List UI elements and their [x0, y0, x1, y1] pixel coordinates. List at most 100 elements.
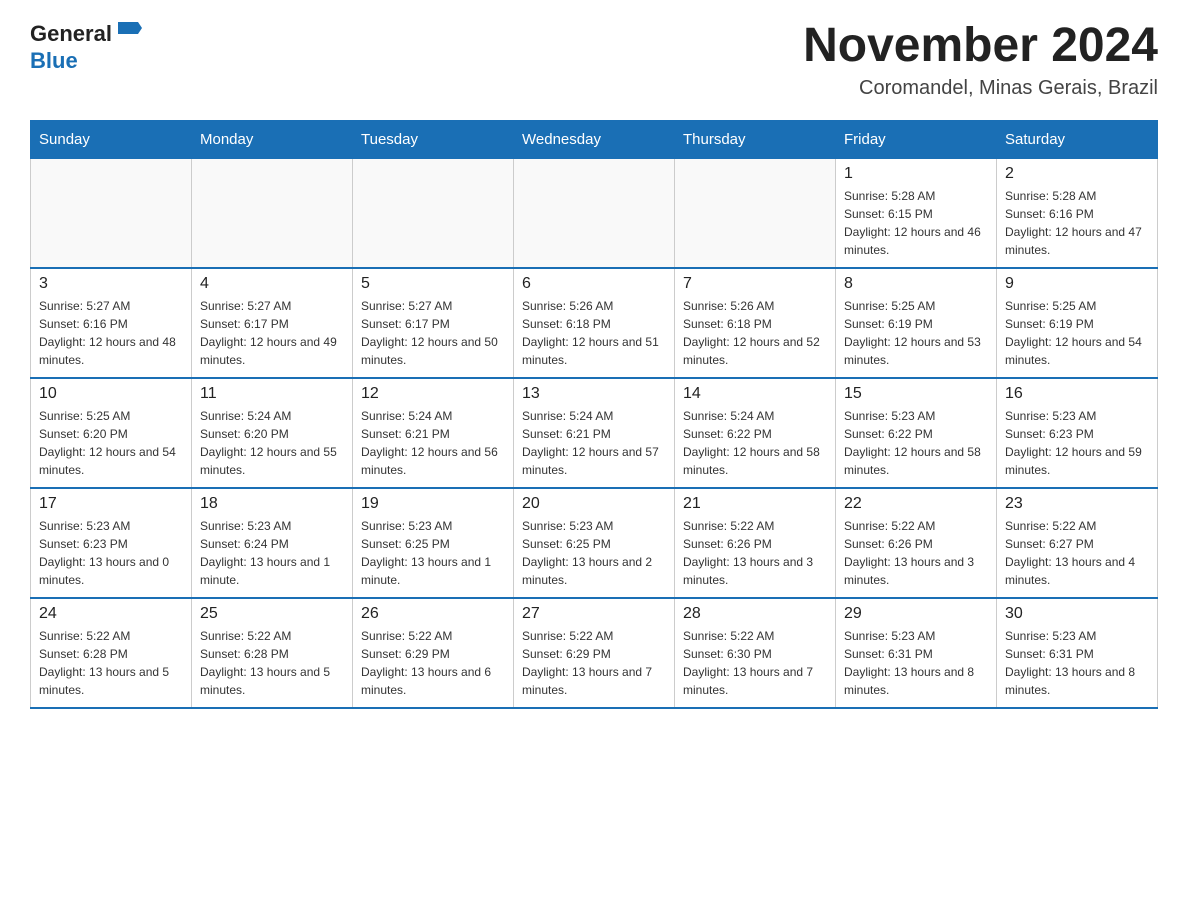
day-cell: 15 Sunrise: 5:23 AM Sunset: 6:22 PM Dayli… [836, 378, 997, 488]
header-row: SundayMondayTuesdayWednesdayThursdayFrid… [31, 120, 1158, 158]
day-info: Sunrise: 5:28 AM Sunset: 6:16 PM Dayligh… [1005, 189, 1142, 257]
header-sunday: Sunday [31, 120, 192, 158]
day-number: 14 [683, 385, 827, 403]
week-row-3: 17 Sunrise: 5:23 AM Sunset: 6:23 PM Dayli… [31, 488, 1158, 598]
week-row-2: 10Sunrise: 5:25 AM Sunset: 6:20 PM Dayli… [31, 378, 1158, 488]
day-number: 4 [200, 275, 344, 293]
day-info: Sunrise: 5:22 AM Sunset: 6:28 PM Dayligh… [200, 629, 330, 697]
day-cell: 26Sunrise: 5:22 AM Sunset: 6:29 PM Dayli… [353, 598, 514, 708]
day-cell: 20 Sunrise: 5:23 AM Sunset: 6:25 PM Dayli… [514, 488, 675, 598]
day-number: 26 [361, 605, 505, 623]
day-cell: 22 Sunrise: 5:22 AM Sunset: 6:26 PM Dayli… [836, 488, 997, 598]
day-number: 10 [39, 385, 183, 403]
title-area: November 2024 Coromandel, Minas Gerais, … [803, 20, 1158, 100]
logo: General Blue [30, 20, 146, 74]
header-saturday: Saturday [997, 120, 1158, 158]
day-info: Sunrise: 5:25 AM Sunset: 6:19 PM Dayligh… [1005, 299, 1142, 367]
day-info: Sunrise: 5:22 AM Sunset: 6:26 PM Dayligh… [844, 519, 974, 587]
day-number: 28 [683, 605, 827, 623]
day-cell: 19 Sunrise: 5:23 AM Sunset: 6:25 PM Dayli… [353, 488, 514, 598]
day-number: 13 [522, 385, 666, 403]
day-info: Sunrise: 5:24 AM Sunset: 6:22 PM Dayligh… [683, 409, 820, 477]
logo-flag-icon [114, 16, 146, 48]
day-cell: 30 Sunrise: 5:23 AM Sunset: 6:31 PM Dayli… [997, 598, 1158, 708]
day-number: 16 [1005, 385, 1149, 403]
day-cell: 5Sunrise: 5:27 AM Sunset: 6:17 PM Daylig… [353, 268, 514, 378]
day-cell [353, 158, 514, 268]
day-number: 15 [844, 385, 988, 403]
day-info: Sunrise: 5:23 AM Sunset: 6:23 PM Dayligh… [39, 519, 169, 587]
day-number: 23 [1005, 495, 1149, 513]
day-cell: 7 Sunrise: 5:26 AM Sunset: 6:18 PM Daylig… [675, 268, 836, 378]
day-info: Sunrise: 5:23 AM Sunset: 6:24 PM Dayligh… [200, 519, 330, 587]
day-cell: 14 Sunrise: 5:24 AM Sunset: 6:22 PM Dayli… [675, 378, 836, 488]
day-cell: 9Sunrise: 5:25 AM Sunset: 6:19 PM Daylig… [997, 268, 1158, 378]
day-number: 24 [39, 605, 183, 623]
week-row-4: 24 Sunrise: 5:22 AM Sunset: 6:28 PM Dayli… [31, 598, 1158, 708]
day-cell: 24 Sunrise: 5:22 AM Sunset: 6:28 PM Dayli… [31, 598, 192, 708]
day-cell: 16Sunrise: 5:23 AM Sunset: 6:23 PM Dayli… [997, 378, 1158, 488]
day-cell: 23 Sunrise: 5:22 AM Sunset: 6:27 PM Dayli… [997, 488, 1158, 598]
day-cell: 17 Sunrise: 5:23 AM Sunset: 6:23 PM Dayli… [31, 488, 192, 598]
day-info: Sunrise: 5:24 AM Sunset: 6:21 PM Dayligh… [522, 409, 659, 477]
day-number: 6 [522, 275, 666, 293]
day-info: Sunrise: 5:26 AM Sunset: 6:18 PM Dayligh… [683, 299, 820, 367]
day-cell: 4 Sunrise: 5:27 AM Sunset: 6:17 PM Daylig… [192, 268, 353, 378]
header-tuesday: Tuesday [353, 120, 514, 158]
day-number: 17 [39, 495, 183, 513]
day-info: Sunrise: 5:27 AM Sunset: 6:17 PM Dayligh… [200, 299, 337, 367]
header-friday: Friday [836, 120, 997, 158]
day-cell: 2 Sunrise: 5:28 AM Sunset: 6:16 PM Daylig… [997, 158, 1158, 268]
day-cell [675, 158, 836, 268]
day-cell: 10Sunrise: 5:25 AM Sunset: 6:20 PM Dayli… [31, 378, 192, 488]
day-number: 27 [522, 605, 666, 623]
page-header: General Blue November 2024 Coromandel, M… [30, 20, 1158, 100]
day-number: 8 [844, 275, 988, 293]
day-cell: 28 Sunrise: 5:22 AM Sunset: 6:30 PM Dayli… [675, 598, 836, 708]
day-number: 1 [844, 165, 988, 183]
day-info: Sunrise: 5:23 AM Sunset: 6:31 PM Dayligh… [1005, 629, 1135, 697]
day-number: 22 [844, 495, 988, 513]
day-number: 2 [1005, 165, 1149, 183]
day-number: 5 [361, 275, 505, 293]
day-info: Sunrise: 5:25 AM Sunset: 6:19 PM Dayligh… [844, 299, 981, 367]
day-cell: 18Sunrise: 5:23 AM Sunset: 6:24 PM Dayli… [192, 488, 353, 598]
day-cell: 25 Sunrise: 5:22 AM Sunset: 6:28 PM Dayli… [192, 598, 353, 708]
day-number: 19 [361, 495, 505, 513]
day-cell [514, 158, 675, 268]
day-number: 11 [200, 385, 344, 403]
day-number: 25 [200, 605, 344, 623]
day-cell: 21 Sunrise: 5:22 AM Sunset: 6:26 PM Dayli… [675, 488, 836, 598]
week-row-0: 1 Sunrise: 5:28 AM Sunset: 6:15 PM Daylig… [31, 158, 1158, 268]
calendar-header: SundayMondayTuesdayWednesdayThursdayFrid… [31, 120, 1158, 158]
day-info: Sunrise: 5:26 AM Sunset: 6:18 PM Dayligh… [522, 299, 659, 367]
day-info: Sunrise: 5:27 AM Sunset: 6:16 PM Dayligh… [39, 299, 176, 367]
day-info: Sunrise: 5:22 AM Sunset: 6:30 PM Dayligh… [683, 629, 813, 697]
day-info: Sunrise: 5:22 AM Sunset: 6:27 PM Dayligh… [1005, 519, 1135, 587]
day-cell: 13 Sunrise: 5:24 AM Sunset: 6:21 PM Dayli… [514, 378, 675, 488]
day-number: 30 [1005, 605, 1149, 623]
day-number: 21 [683, 495, 827, 513]
calendar-body: 1 Sunrise: 5:28 AM Sunset: 6:15 PM Daylig… [31, 158, 1158, 708]
day-info: Sunrise: 5:23 AM Sunset: 6:25 PM Dayligh… [522, 519, 652, 587]
calendar-table: SundayMondayTuesdayWednesdayThursdayFrid… [30, 120, 1158, 710]
day-number: 20 [522, 495, 666, 513]
day-info: Sunrise: 5:23 AM Sunset: 6:25 PM Dayligh… [361, 519, 491, 587]
header-wednesday: Wednesday [514, 120, 675, 158]
day-info: Sunrise: 5:22 AM Sunset: 6:29 PM Dayligh… [522, 629, 652, 697]
header-monday: Monday [192, 120, 353, 158]
day-number: 7 [683, 275, 827, 293]
day-info: Sunrise: 5:23 AM Sunset: 6:31 PM Dayligh… [844, 629, 974, 697]
day-cell: 12Sunrise: 5:24 AM Sunset: 6:21 PM Dayli… [353, 378, 514, 488]
day-number: 12 [361, 385, 505, 403]
logo-blue: Blue [30, 48, 78, 73]
day-cell: 1 Sunrise: 5:28 AM Sunset: 6:15 PM Daylig… [836, 158, 997, 268]
day-number: 29 [844, 605, 988, 623]
day-cell: 8 Sunrise: 5:25 AM Sunset: 6:19 PM Daylig… [836, 268, 997, 378]
day-info: Sunrise: 5:22 AM Sunset: 6:28 PM Dayligh… [39, 629, 169, 697]
day-cell: 11Sunrise: 5:24 AM Sunset: 6:20 PM Dayli… [192, 378, 353, 488]
day-info: Sunrise: 5:28 AM Sunset: 6:15 PM Dayligh… [844, 189, 981, 257]
day-info: Sunrise: 5:23 AM Sunset: 6:22 PM Dayligh… [844, 409, 981, 477]
day-info: Sunrise: 5:22 AM Sunset: 6:26 PM Dayligh… [683, 519, 813, 587]
page-title: November 2024 [803, 20, 1158, 73]
